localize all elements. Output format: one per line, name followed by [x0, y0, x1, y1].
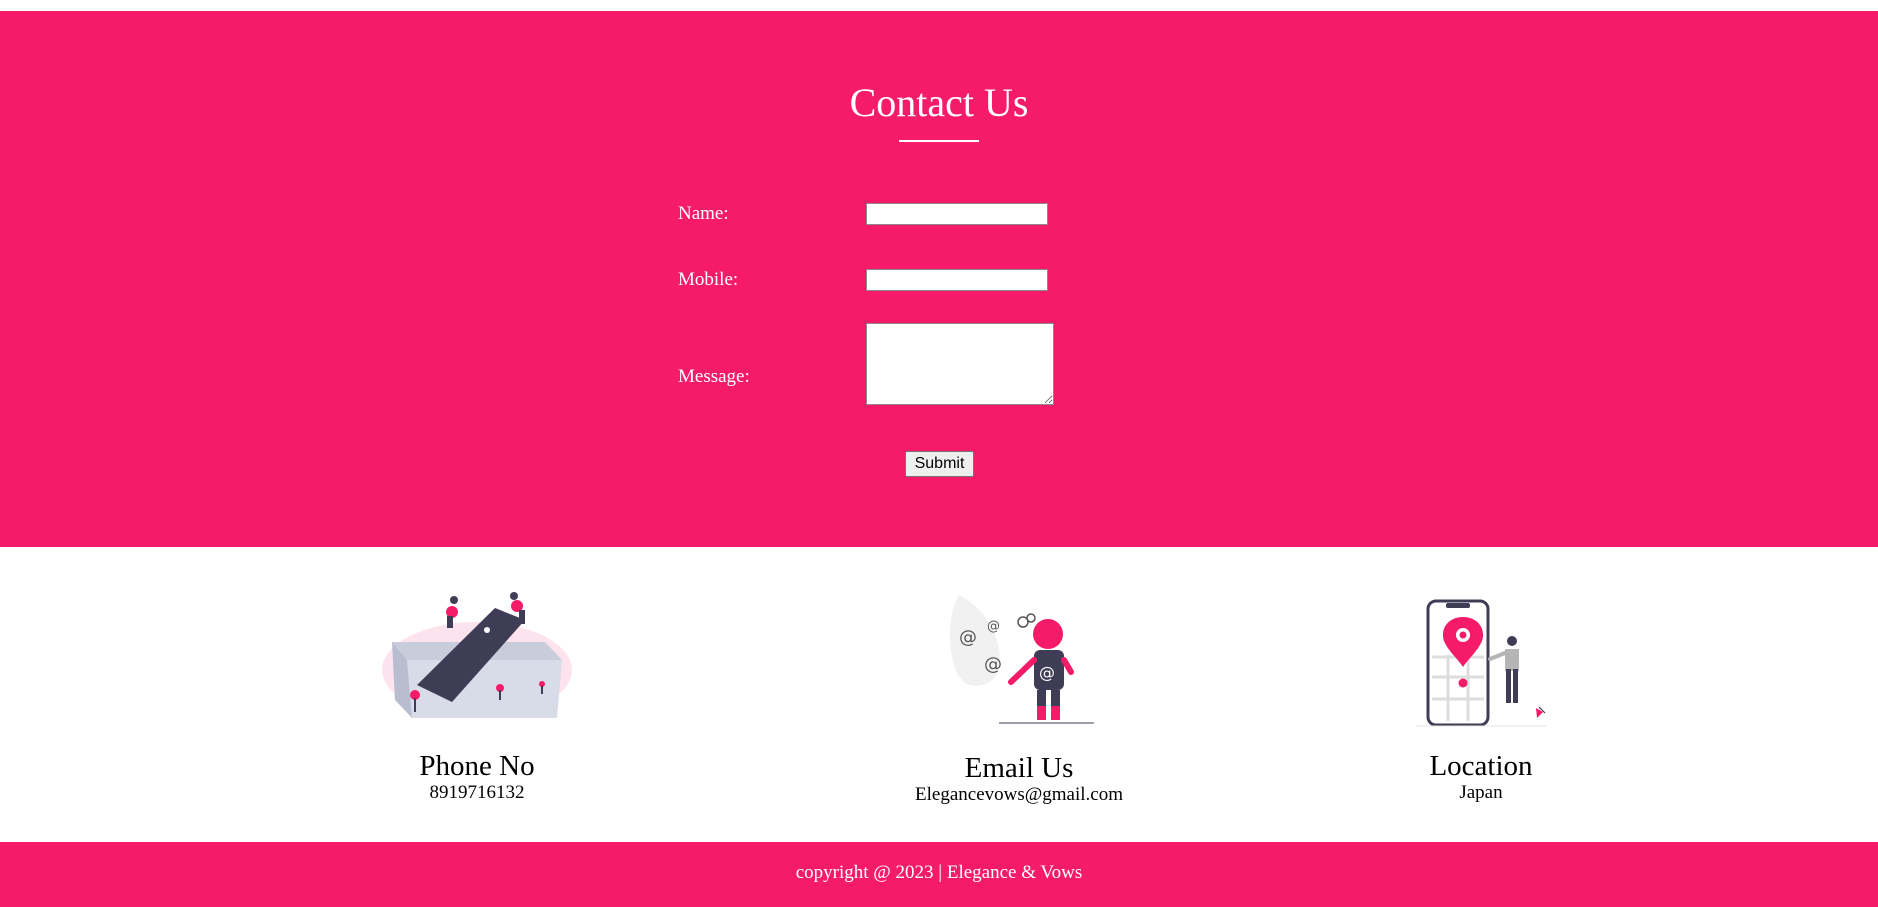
- location-value: Japan: [1459, 782, 1503, 803]
- name-input[interactable]: [866, 203, 1048, 225]
- svg-text:@: @: [959, 627, 977, 648]
- message-label: Message:: [678, 366, 750, 387]
- contact-section: Contact Us Name: Mobile: Message: Submit: [0, 11, 1878, 547]
- phone-heading: Phone No: [419, 750, 535, 782]
- svg-text:@: @: [987, 619, 1000, 634]
- email-address: Elegancevows@gmail.com: [915, 784, 1123, 805]
- email-person-illustration-icon: @ @ @ @: [949, 595, 1094, 724]
- phone-number: 8919716132: [429, 782, 525, 803]
- location-heading: Location: [1429, 750, 1533, 782]
- submit-button[interactable]: Submit: [905, 451, 974, 477]
- name-label: Name:: [678, 203, 729, 224]
- message-textarea[interactable]: [866, 323, 1054, 405]
- phone-card: Phone No 8919716132: [297, 590, 657, 804]
- footer: copyright @ 2023 | Elegance & Vows: [0, 842, 1878, 907]
- phone-box-illustration-icon: [382, 592, 572, 718]
- email-heading: Email Us: [964, 752, 1074, 784]
- email-card: @ @ @ @ Email Us Elegancevows@gmail.com: [839, 590, 1199, 806]
- svg-text:@: @: [1039, 663, 1055, 682]
- mobile-input[interactable]: [866, 269, 1048, 291]
- title-underline: [899, 140, 979, 142]
- location-card: Location Japan: [1301, 595, 1661, 804]
- mobile-label: Mobile:: [678, 269, 739, 290]
- copyright-text: copyright @ 2023 | Elegance & Vows: [795, 862, 1083, 883]
- location-map-illustration-icon: [1416, 599, 1546, 727]
- svg-text:@: @: [984, 654, 1002, 675]
- contact-title: Contact Us: [849, 80, 1029, 125]
